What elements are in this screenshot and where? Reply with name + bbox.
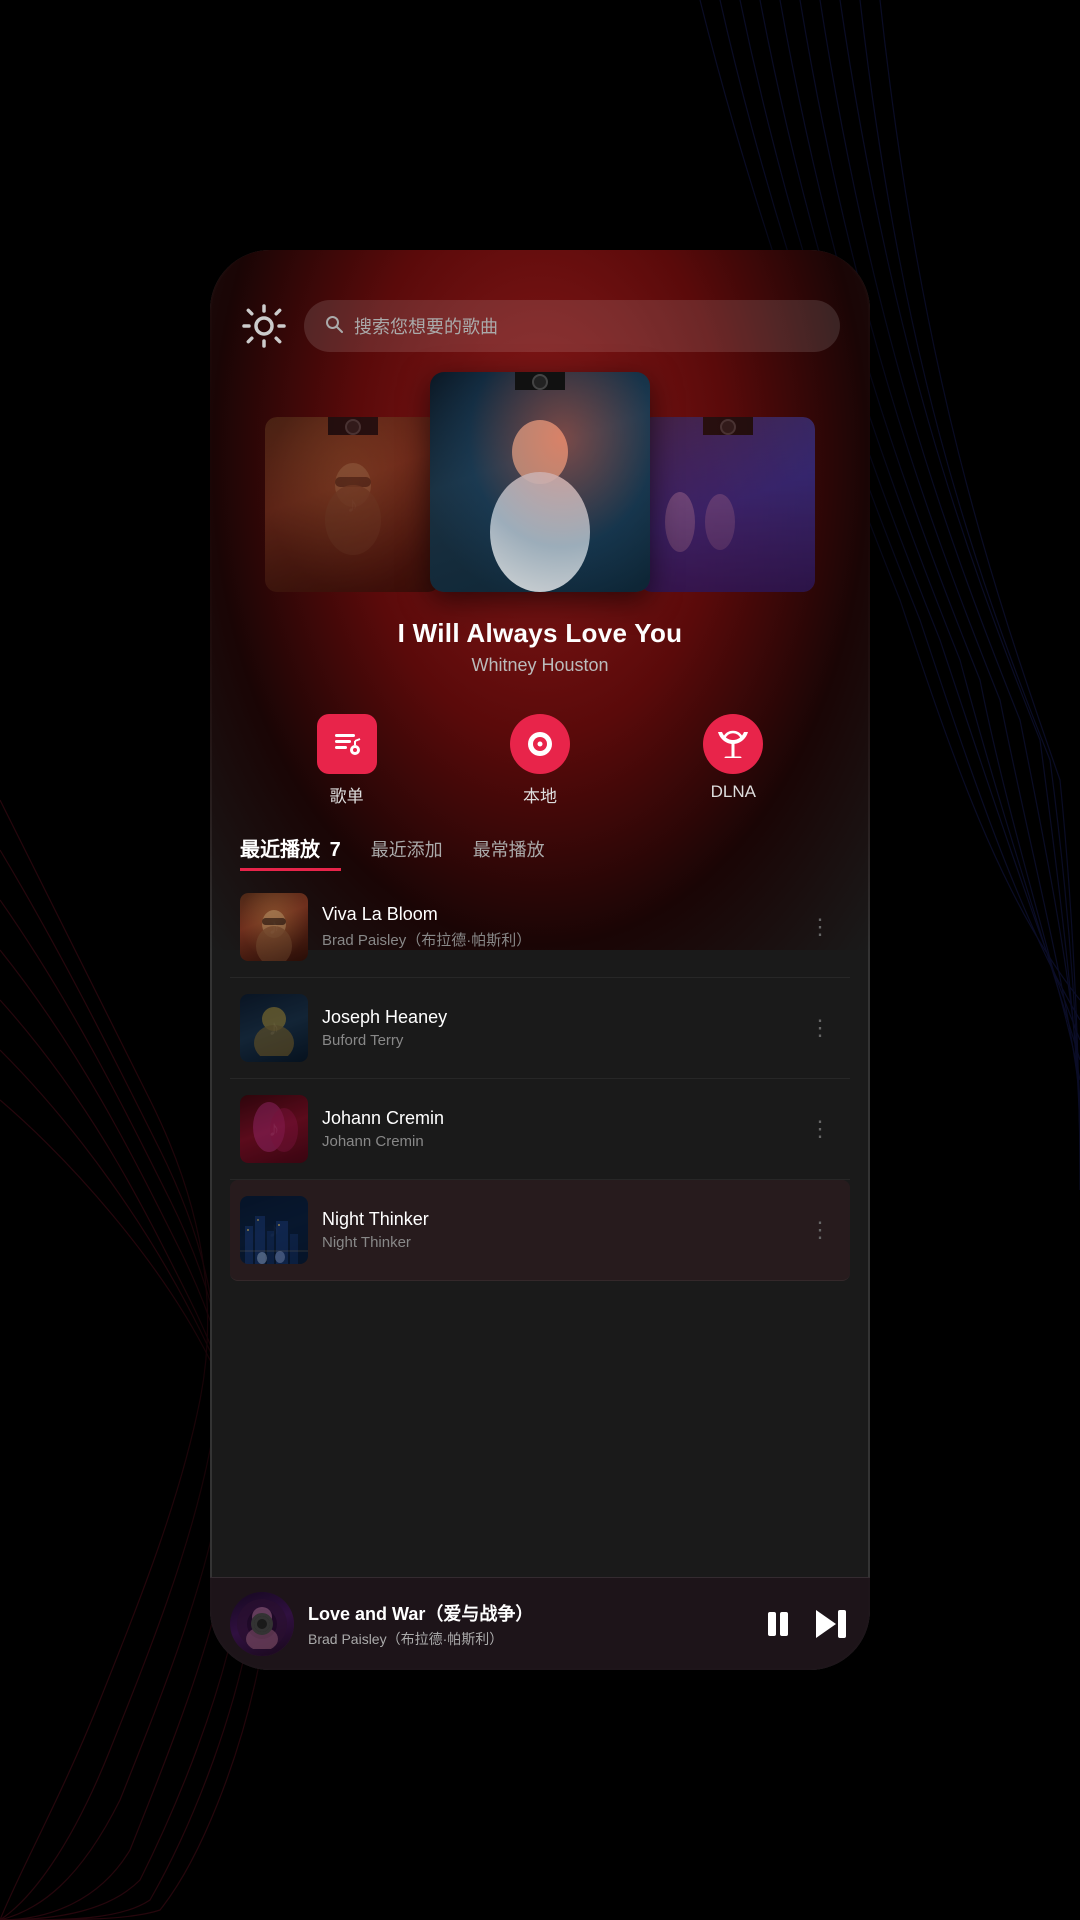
song-artist-3: Johann Cremin <box>322 1133 787 1150</box>
album-card-right[interactable] <box>640 417 815 592</box>
now-playing-title: Love and War（爱与战争） <box>308 1600 748 1626</box>
song-title-1: Viva La Bloom <box>322 904 787 925</box>
song-artist-2: Buford Terry <box>322 1032 787 1049</box>
now-playing-bar[interactable]: Love and War（爱与战争） Brad Paisley（布拉德·帕斯利） <box>210 1577 870 1670</box>
more-button-2[interactable]: ⋮ <box>801 1007 840 1049</box>
more-button-1[interactable]: ⋮ <box>801 906 840 948</box>
tab-recent[interactable]: 最近播放 7 <box>240 833 341 871</box>
now-playing-thumb <box>230 1592 294 1656</box>
song-artist-4: Night Thinker <box>322 1234 787 1251</box>
song-thumb-1 <box>240 893 308 961</box>
dlna-icon-container <box>703 714 763 774</box>
now-playing-info: Love and War（爱与战争） Brad Paisley（布拉德·帕斯利） <box>308 1600 748 1649</box>
song-title-3: Johann Cremin <box>322 1108 787 1129</box>
nav-local-label: 本地 <box>523 782 557 807</box>
vinyl-right <box>703 417 753 435</box>
phone-content: 搜索您想要的歌曲 <box>210 250 870 1670</box>
phone-shell: 搜索您想要的歌曲 <box>210 250 870 1670</box>
local-icon-container <box>510 714 570 774</box>
song-list-tabs: 最近播放 7 最近添加 最常播放 <box>210 817 870 877</box>
song-title-4: Night Thinker <box>322 1209 787 1230</box>
song-details-1: Viva La Bloom Brad Paisley（布拉德·帕斯利） <box>308 904 801 950</box>
now-playing-controls <box>762 1608 850 1640</box>
nav-icons: 歌单 本地 <box>210 694 870 817</box>
song-row[interactable]: Johann Cremin Johann Cremin ⋮ <box>230 1079 850 1180</box>
current-song-artist: Whitney Houston <box>240 655 840 676</box>
song-details-4: Night Thinker Night Thinker <box>308 1209 801 1251</box>
album-card-center[interactable] <box>430 372 650 592</box>
pause-button[interactable] <box>762 1608 794 1640</box>
now-playing-artist: Brad Paisley（布拉德·帕斯利） <box>308 1629 748 1649</box>
song-artist-1: Brad Paisley（布拉德·帕斯利） <box>322 929 787 950</box>
search-icon <box>324 314 344 339</box>
song-row[interactable]: Night Thinker Night Thinker ⋮ <box>230 1180 850 1281</box>
album-carousel <box>210 372 870 602</box>
nav-playlist-label: 歌单 <box>330 782 364 807</box>
search-placeholder: 搜索您想要的歌曲 <box>354 313 498 339</box>
song-row[interactable]: Joseph Heaney Buford Terry ⋮ <box>230 978 850 1079</box>
song-details-3: Johann Cremin Johann Cremin <box>308 1108 801 1150</box>
song-row[interactable]: Viva La Bloom Brad Paisley（布拉德·帕斯利） ⋮ <box>230 877 850 978</box>
tab-frequent[interactable]: 最常播放 <box>473 836 545 868</box>
vinyl-left <box>328 417 378 435</box>
current-song-info: I Will Always Love You Whitney Houston <box>210 602 870 684</box>
header: 搜索您想要的歌曲 <box>210 250 870 372</box>
vinyl-center <box>515 372 565 390</box>
song-list: Viva La Bloom Brad Paisley（布拉德·帕斯利） ⋮ <box>210 877 870 1577</box>
song-details-2: Joseph Heaney Buford Terry <box>308 1007 801 1049</box>
tab-added[interactable]: 最近添加 <box>371 836 443 868</box>
song-thumb-3 <box>240 1095 308 1163</box>
album-card-left[interactable] <box>265 417 440 592</box>
nav-dlna[interactable]: DLNA <box>703 714 763 807</box>
nav-dlna-label: DLNA <box>711 782 756 802</box>
song-thumb-4 <box>240 1196 308 1264</box>
more-button-4[interactable]: ⋮ <box>801 1209 840 1251</box>
current-song-title: I Will Always Love You <box>240 618 840 649</box>
settings-icon[interactable] <box>240 302 288 350</box>
more-button-3[interactable]: ⋮ <box>801 1108 840 1150</box>
playlist-icon-container <box>317 714 377 774</box>
search-bar[interactable]: 搜索您想要的歌曲 <box>304 300 840 352</box>
song-thumb-2 <box>240 994 308 1062</box>
next-button[interactable] <box>814 1608 850 1640</box>
nav-local[interactable]: 本地 <box>510 714 570 807</box>
song-title-2: Joseph Heaney <box>322 1007 787 1028</box>
nav-playlist[interactable]: 歌单 <box>317 714 377 807</box>
